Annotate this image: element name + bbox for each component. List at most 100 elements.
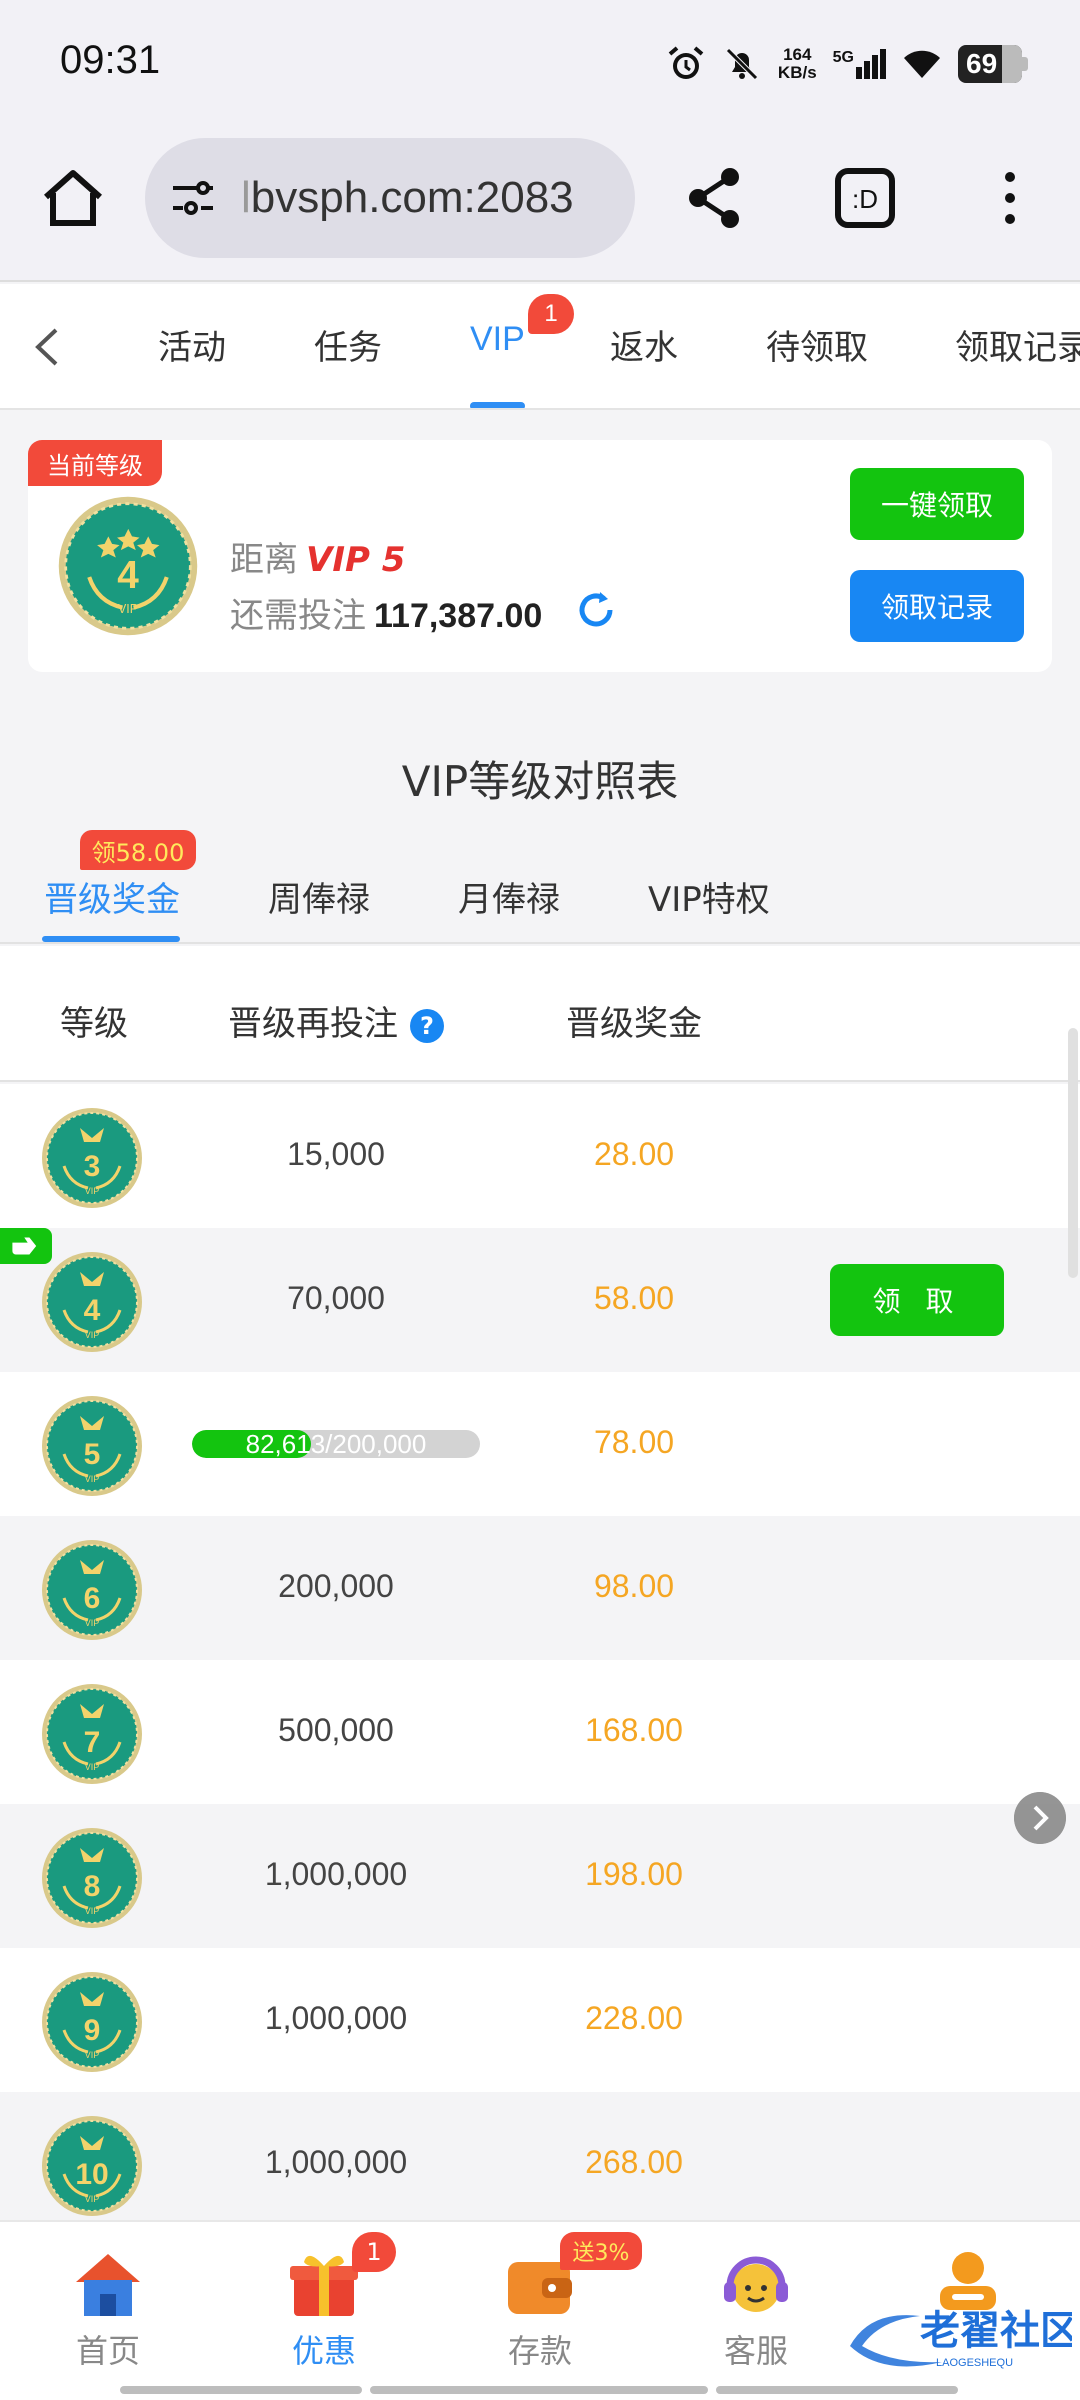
table-row: 6 VIP 200,000 98.00	[0, 1516, 1080, 1660]
bonus-badge: 领58.00	[80, 830, 196, 870]
current-level-tag: 当前等级	[28, 440, 162, 486]
share-icon[interactable]	[680, 163, 750, 233]
chevron-right-icon[interactable]	[1014, 1792, 1066, 1844]
pointing-hand-icon	[0, 1228, 52, 1264]
headset-icon	[724, 2256, 788, 2312]
bottom-nav-deposit[interactable]: 存款 送3%	[450, 2222, 642, 2382]
subtab-monthly-salary[interactable]: 月俸禄	[458, 872, 560, 921]
bonus-amount: 168.00	[585, 1712, 683, 1748]
vip-medal-icon: 10 VIP	[42, 2116, 142, 2216]
claim-records-button[interactable]: 领取记录	[850, 570, 1024, 642]
bonus-amount: 98.00	[593, 1568, 675, 1604]
scrollbar[interactable]	[1068, 1028, 1078, 1278]
vip-medal-icon: 4 VIP	[58, 496, 198, 636]
svg-text:8: 8	[84, 1870, 101, 1903]
svg-text:3: 3	[84, 1150, 101, 1183]
bottom-nav: 首页 优惠 1 存款 送3% 客服 老翟社区 LAOGESHEQU	[0, 2220, 1080, 2400]
status-bar: 09:31 164 KB/s 5G 69	[0, 0, 1080, 120]
svg-text:4: 4	[84, 1294, 101, 1327]
table-row: 9 VIP 1,000,000 228.00	[0, 1948, 1080, 2092]
vip-medal-icon: 4 VIP	[42, 1252, 142, 1352]
subtab-vip-privileges[interactable]: VIP特权	[648, 872, 770, 921]
table-row: 4 VIP 70,000 58.00 领 取	[0, 1228, 1080, 1372]
tab-tasks[interactable]: 任务	[314, 320, 382, 369]
bonus-amount: 58.00	[593, 1280, 675, 1316]
bottom-nav-support[interactable]: 客服	[666, 2222, 846, 2382]
header-level: 等级	[60, 1004, 128, 1044]
bottom-nav-home[interactable]: 首页	[18, 2222, 198, 2382]
claim-button[interactable]: 领 取	[830, 1264, 1004, 1336]
header-bonus: 晋级奖金	[566, 1004, 702, 1044]
tab-activity[interactable]: 活动	[158, 320, 226, 369]
home-icon[interactable]	[38, 163, 108, 233]
promo-tabs: 活动 任务 VIP 1 返水 待领取 领取记录	[0, 284, 1080, 410]
house-icon	[76, 2254, 140, 2316]
table-header: 等级 晋级再投注? 晋级奖金	[0, 946, 1080, 1082]
tab-pending[interactable]: 待领取	[766, 320, 868, 369]
browser-toolbar: lbvsph.com:2083 :D	[0, 120, 1080, 282]
current-level-card: 4 VIP 当前等级 距离 VIP 5 还需投注 117,387.00 一键领取 领…	[28, 440, 1052, 672]
mute-bell-icon	[726, 48, 758, 80]
claim-all-button[interactable]: 一键领取	[850, 468, 1024, 540]
next-level-line: 距离 VIP 5	[230, 540, 406, 580]
gesture-bar	[370, 2386, 708, 2394]
tab-rebate[interactable]: 返水	[610, 320, 678, 369]
subtab-weekly-salary[interactable]: 周俸禄	[268, 872, 370, 921]
svg-text:VIP: VIP	[85, 2194, 100, 2204]
bonus-amount: 198.00	[585, 1856, 683, 1892]
svg-text::D: :D	[852, 184, 878, 214]
bonus-amount: 228.00	[585, 2000, 683, 2036]
table-row: 5 VIP 82,613/200,000 78.00	[0, 1372, 1080, 1516]
help-icon[interactable]: ?	[410, 1008, 444, 1043]
refresh-icon[interactable]	[574, 588, 618, 632]
svg-text:VIP: VIP	[118, 602, 138, 616]
svg-text:VIP: VIP	[85, 1618, 100, 1628]
watermark-logo: 老翟社区 LAOGESHEQU	[850, 2308, 1072, 2369]
svg-text:老翟社区: 老翟社区	[920, 2308, 1072, 2354]
gift-icon	[290, 2255, 358, 2316]
address-bar[interactable]: lbvsph.com:2083	[145, 138, 635, 258]
vip-subtabs: 领58.00 晋级奖金 周俸禄 月俸禄 VIP特权	[0, 820, 1080, 944]
back-arrow-icon[interactable]	[28, 322, 68, 372]
bonus-amount: 268.00	[585, 2144, 683, 2180]
required-bet-line: 还需投注 117,387.00	[230, 596, 543, 636]
bet-requirement: 1,000,000	[264, 2144, 408, 2180]
subtab-promotion-bonus[interactable]: 晋级奖金	[44, 872, 180, 921]
bottom-nav-promotions[interactable]: 优惠 1	[234, 2222, 414, 2382]
url-text: bvsph.com:2083	[250, 173, 574, 222]
vip-medal-icon: 6 VIP	[42, 1540, 142, 1640]
next-vip-label: VIP 5	[306, 540, 406, 580]
svg-text:4: 4	[117, 554, 139, 597]
bet-requirement: 1,000,000	[264, 2000, 408, 2036]
bet-requirement: 200,000	[278, 1568, 394, 1604]
tab-underline	[470, 402, 525, 408]
vip-medal-icon: 7 VIP	[42, 1684, 142, 1784]
tab-claim-records[interactable]: 领取记录	[955, 320, 1080, 369]
site-settings-icon[interactable]	[167, 172, 219, 224]
alarm-icon	[668, 46, 704, 79]
deposit-badge: 送3%	[560, 2232, 642, 2270]
more-menu-icon[interactable]	[985, 163, 1035, 233]
subtab-underline	[42, 936, 180, 942]
vip-medal-icon: 9 VIP	[42, 1972, 142, 2072]
tab-switcher-icon[interactable]: :D	[830, 163, 900, 233]
vip-medal-icon: 8 VIP	[42, 1828, 142, 1928]
bet-requirement: 500,000	[278, 1712, 394, 1748]
required-bet-amount: 117,387.00	[374, 597, 543, 635]
table-row: 7 VIP 500,000 168.00	[0, 1660, 1080, 1804]
svg-text:VIP: VIP	[85, 2050, 100, 2060]
svg-text:VIP: VIP	[85, 1330, 100, 1340]
bet-requirement: 15,000	[287, 1136, 385, 1172]
svg-text:VIP: VIP	[85, 1762, 100, 1772]
bet-requirement: 70,000	[287, 1280, 385, 1316]
promotions-badge: 1	[352, 2232, 396, 2272]
progress-text: 82,613/200,000	[245, 1430, 427, 1458]
tab-vip[interactable]: VIP	[470, 320, 525, 359]
svg-text:VIP: VIP	[85, 1474, 100, 1484]
table-row: 3 VIP 15,000 28.00	[0, 1084, 1080, 1228]
wifi-icon	[904, 50, 940, 78]
status-icons: 164 KB/s 5G 69	[666, 38, 1028, 90]
svg-text:VIP: VIP	[85, 1906, 100, 1916]
vip-medal-icon: 5 VIP	[42, 1396, 142, 1496]
svg-text:9: 9	[84, 2014, 101, 2047]
